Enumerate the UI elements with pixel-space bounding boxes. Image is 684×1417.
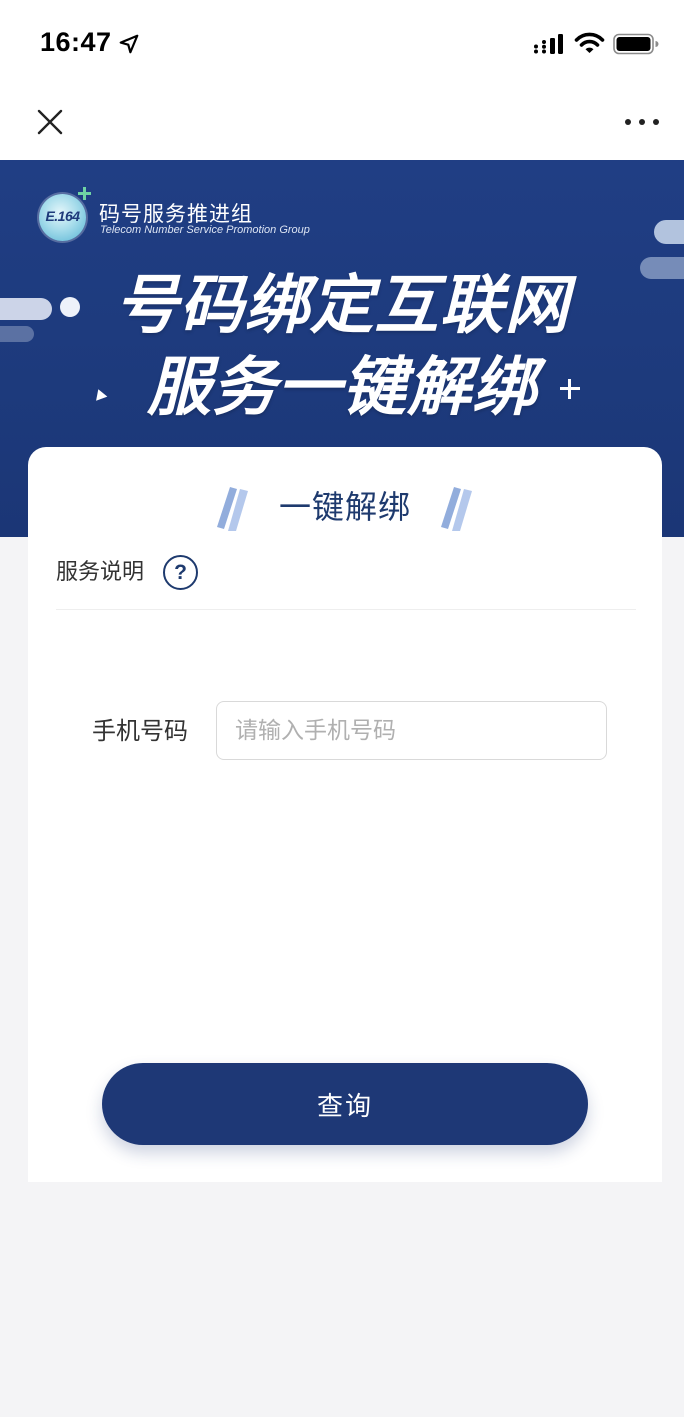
phone-input[interactable] (216, 701, 607, 760)
close-icon[interactable] (37, 109, 63, 135)
logo-plus-icon (78, 187, 91, 200)
service-note[interactable]: 服务说明 ? (56, 553, 236, 593)
logo: E.164 (39, 194, 86, 241)
close-button[interactable] (32, 104, 68, 140)
battery-icon (613, 33, 659, 55)
status-time: 16:47 (40, 27, 112, 57)
query-button[interactable]: 查询 (102, 1063, 588, 1145)
signal-icon (534, 34, 563, 54)
service-note-label: 服务说明 (56, 560, 145, 585)
more-button[interactable] (618, 107, 662, 137)
unbind-card: 一键解绑 服务说明 ? 手机号码 查询 (28, 447, 662, 1182)
more-icon-dot (653, 119, 659, 125)
logo-text: E.164 (45, 208, 80, 224)
location-arrow-icon (119, 34, 139, 54)
banner-decoration-pill (654, 220, 684, 244)
title-decoration-right-icon (441, 487, 472, 531)
wifi-icon (574, 32, 605, 53)
help-icon[interactable]: ? (163, 555, 198, 590)
nav-bar (0, 85, 684, 160)
headline-line1: 号码绑定互联网 (114, 269, 570, 343)
org-name-en: Telecom Number Service Promotion Group (100, 224, 310, 236)
divider (56, 609, 636, 610)
status-bar: 16:47 (0, 0, 684, 85)
card-title: 一键解绑 (278, 488, 411, 526)
phone-label: 手机号码 (92, 717, 188, 745)
headline-plus-icon (560, 379, 580, 399)
more-icon-dot (625, 119, 631, 125)
more-icon-dot (639, 119, 645, 125)
